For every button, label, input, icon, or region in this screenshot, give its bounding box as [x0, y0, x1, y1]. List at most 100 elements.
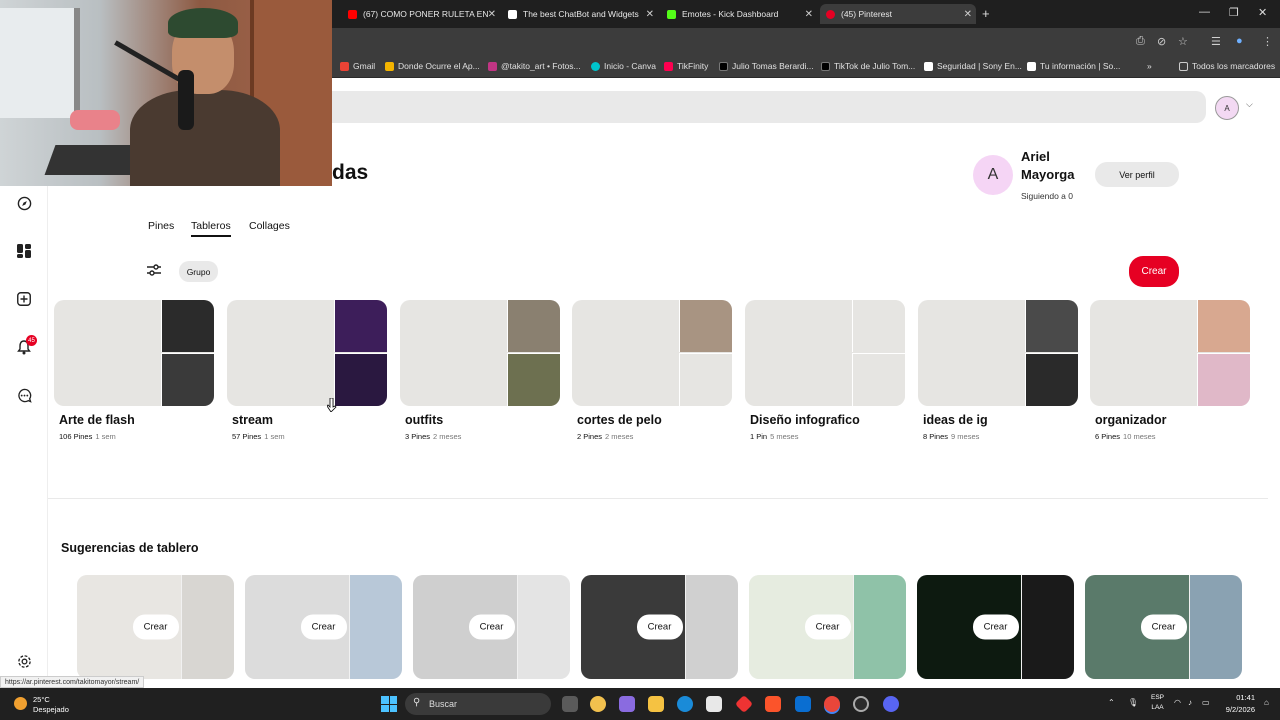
clock-time[interactable]: 01:41 [1217, 693, 1255, 702]
bookmark-sony-info[interactable]: Tu información | So... [1027, 61, 1120, 71]
clock-date[interactable]: 9/2/2026 [1217, 705, 1255, 714]
battery-icon[interactable]: ▭ [1202, 698, 1210, 707]
close-tab-icon[interactable]: ✕ [488, 9, 496, 20]
board-card[interactable]: Diseño infografico 1 Pin 5 meses [745, 300, 905, 441]
star-icon[interactable]: ☆ [1178, 35, 1188, 48]
board-thumbnail [852, 353, 905, 406]
board-name: Diseño infografico [750, 413, 860, 427]
tikfinity-icon [664, 61, 673, 71]
bookmarks-overflow[interactable]: » [1147, 61, 1152, 71]
new-tab-button[interactable]: + [982, 6, 990, 21]
task-view-icon[interactable] [562, 696, 578, 712]
create-icon[interactable] [15, 290, 33, 308]
suggestion-card[interactable]: Crear [917, 575, 1074, 679]
bookmark-gmail[interactable]: Gmail [340, 61, 375, 71]
settings-icon[interactable] [15, 652, 33, 670]
bookmark-canva[interactable]: Inicio - Canva [591, 61, 656, 71]
browser-tab-youtube[interactable]: (67) COMO PONER RULETA EN ✕ [342, 4, 500, 24]
suggestion-card[interactable]: Crear [749, 575, 906, 679]
view-profile-button[interactable]: Ver perfil [1095, 162, 1179, 187]
discord-icon[interactable] [883, 696, 899, 712]
bookmark-label: Tu información | So... [1040, 61, 1121, 71]
board-card[interactable]: organizador 6 Pines 10 meses [1090, 300, 1250, 441]
chrome-icon[interactable] [824, 696, 840, 712]
boards-icon[interactable] [15, 242, 33, 260]
bookmark-icon [385, 61, 394, 71]
explore-icon[interactable] [15, 194, 33, 212]
tab-collages[interactable]: Collages [249, 220, 290, 232]
suggestion-create-button[interactable]: Crear [1140, 614, 1187, 640]
suggestion-create-button[interactable]: Crear [300, 614, 347, 640]
suggestion-card[interactable]: Crear [77, 575, 234, 679]
language-indicator[interactable]: ESP LAA [1151, 693, 1164, 713]
board-name: organizador [1095, 413, 1167, 427]
suggestion-card[interactable]: Crear [245, 575, 402, 679]
suggestion-create-button[interactable]: Crear [804, 614, 851, 640]
close-tab-icon[interactable]: ✕ [805, 9, 813, 20]
tracking-icon[interactable]: ⊘ [1157, 35, 1166, 48]
board-card[interactable]: outfits 3 Pines 2 meses [400, 300, 560, 441]
weather-icon[interactable] [14, 697, 27, 710]
brave-icon[interactable] [765, 696, 781, 712]
suggestion-create-button[interactable]: Crear [636, 614, 683, 640]
filter-icon[interactable] [146, 263, 162, 280]
profile-icon[interactable]: ● [1236, 35, 1243, 47]
taskbar-search[interactable]: ⚲ Buscar [405, 693, 551, 715]
suggestion-card[interactable]: Crear [413, 575, 570, 679]
chevron-down-icon[interactable]: ⌵ [1246, 99, 1253, 110]
search-bar[interactable] [300, 91, 1206, 123]
bookmark-instagram[interactable]: @takito_art • Fotos... [488, 61, 581, 71]
browser-tab-pinterest[interactable]: (45) Pinterest ✕ [820, 4, 976, 24]
install-icon[interactable]: ⎙ [1136, 35, 1145, 48]
webcam-object [70, 110, 120, 130]
board-card[interactable]: stream 57 Pines 1 sem [227, 300, 387, 441]
tray-chevron-icon[interactable]: ⌃ [1108, 698, 1115, 707]
board-card[interactable]: Arte de flash 106 Pines 1 sem [54, 300, 214, 441]
microphone-icon[interactable]: 🎙 [1128, 698, 1138, 707]
chrome-canary-icon[interactable] [590, 696, 606, 712]
suggestion-create-button[interactable]: Crear [132, 614, 179, 640]
suggestion-card[interactable]: Crear [581, 575, 738, 679]
bookmark-tikfinity[interactable]: TikFinity [664, 61, 708, 71]
messages-icon[interactable] [15, 386, 33, 404]
board-card[interactable]: ideas de ig 8 Pines 9 meses [918, 300, 1078, 441]
tab-tableros[interactable]: Tableros [191, 220, 231, 237]
close-tab-icon[interactable]: ✕ [646, 9, 654, 20]
copilot-icon[interactable] [619, 696, 635, 712]
group-chip[interactable]: Grupo [179, 261, 218, 282]
board-thumbnail [161, 300, 214, 352]
board-card[interactable]: cortes de pelo 2 Pines 2 meses [572, 300, 732, 441]
following-count[interactable]: Siguiendo a 0 [1021, 191, 1073, 201]
obs-icon[interactable] [853, 696, 869, 712]
suggestion-card[interactable]: Crear [1085, 575, 1242, 679]
windows-start-icon[interactable] [381, 696, 397, 712]
app-red-icon[interactable] [734, 694, 754, 714]
playlist-icon[interactable]: ☰ [1211, 35, 1221, 48]
minimize-icon[interactable]: — [1199, 6, 1210, 18]
all-bookmarks[interactable]: Todos los marcadores [1179, 61, 1275, 71]
edge-icon[interactable] [677, 696, 693, 712]
close-tab-icon[interactable]: ✕ [964, 9, 972, 20]
bookmark-sony-seguridad[interactable]: Seguridad | Sony En... [924, 61, 1022, 71]
maximize-icon[interactable]: ❐ [1229, 6, 1239, 19]
close-window-icon[interactable]: ✕ [1258, 6, 1267, 19]
wifi-icon[interactable]: ◠ [1174, 698, 1181, 707]
suggestion-create-button[interactable]: Crear [468, 614, 515, 640]
tab-pines[interactable]: Pines [148, 220, 174, 232]
browser-tab-kick[interactable]: Emotes - Kick Dashboard ✕ [661, 4, 817, 24]
create-button[interactable]: Crear [1129, 256, 1179, 287]
volume-icon[interactable]: ♪ [1188, 698, 1192, 707]
profile-avatar[interactable]: A [973, 155, 1013, 195]
suggestions-title: Sugerencias de tablero [61, 541, 199, 555]
outlook-icon[interactable] [795, 696, 811, 712]
menu-icon[interactable]: ⋮ [1262, 35, 1273, 48]
file-explorer-icon[interactable] [648, 696, 664, 712]
bookmark-tiktok-1[interactable]: Julio Tomas Berardi... [719, 61, 814, 71]
notifications-center-icon[interactable]: ⌂ [1264, 698, 1269, 707]
bookmark-donde[interactable]: Donde Ocurre el Ap... [385, 61, 480, 71]
store-icon[interactable] [706, 696, 722, 712]
bookmark-tiktok-2[interactable]: TikTok de Julio Tom... [821, 61, 915, 71]
browser-tab-chatbot[interactable]: The best ChatBot and Widgets ✕ [502, 4, 658, 24]
suggestion-create-button[interactable]: Crear [972, 614, 1019, 640]
header-avatar[interactable]: A [1215, 96, 1239, 120]
